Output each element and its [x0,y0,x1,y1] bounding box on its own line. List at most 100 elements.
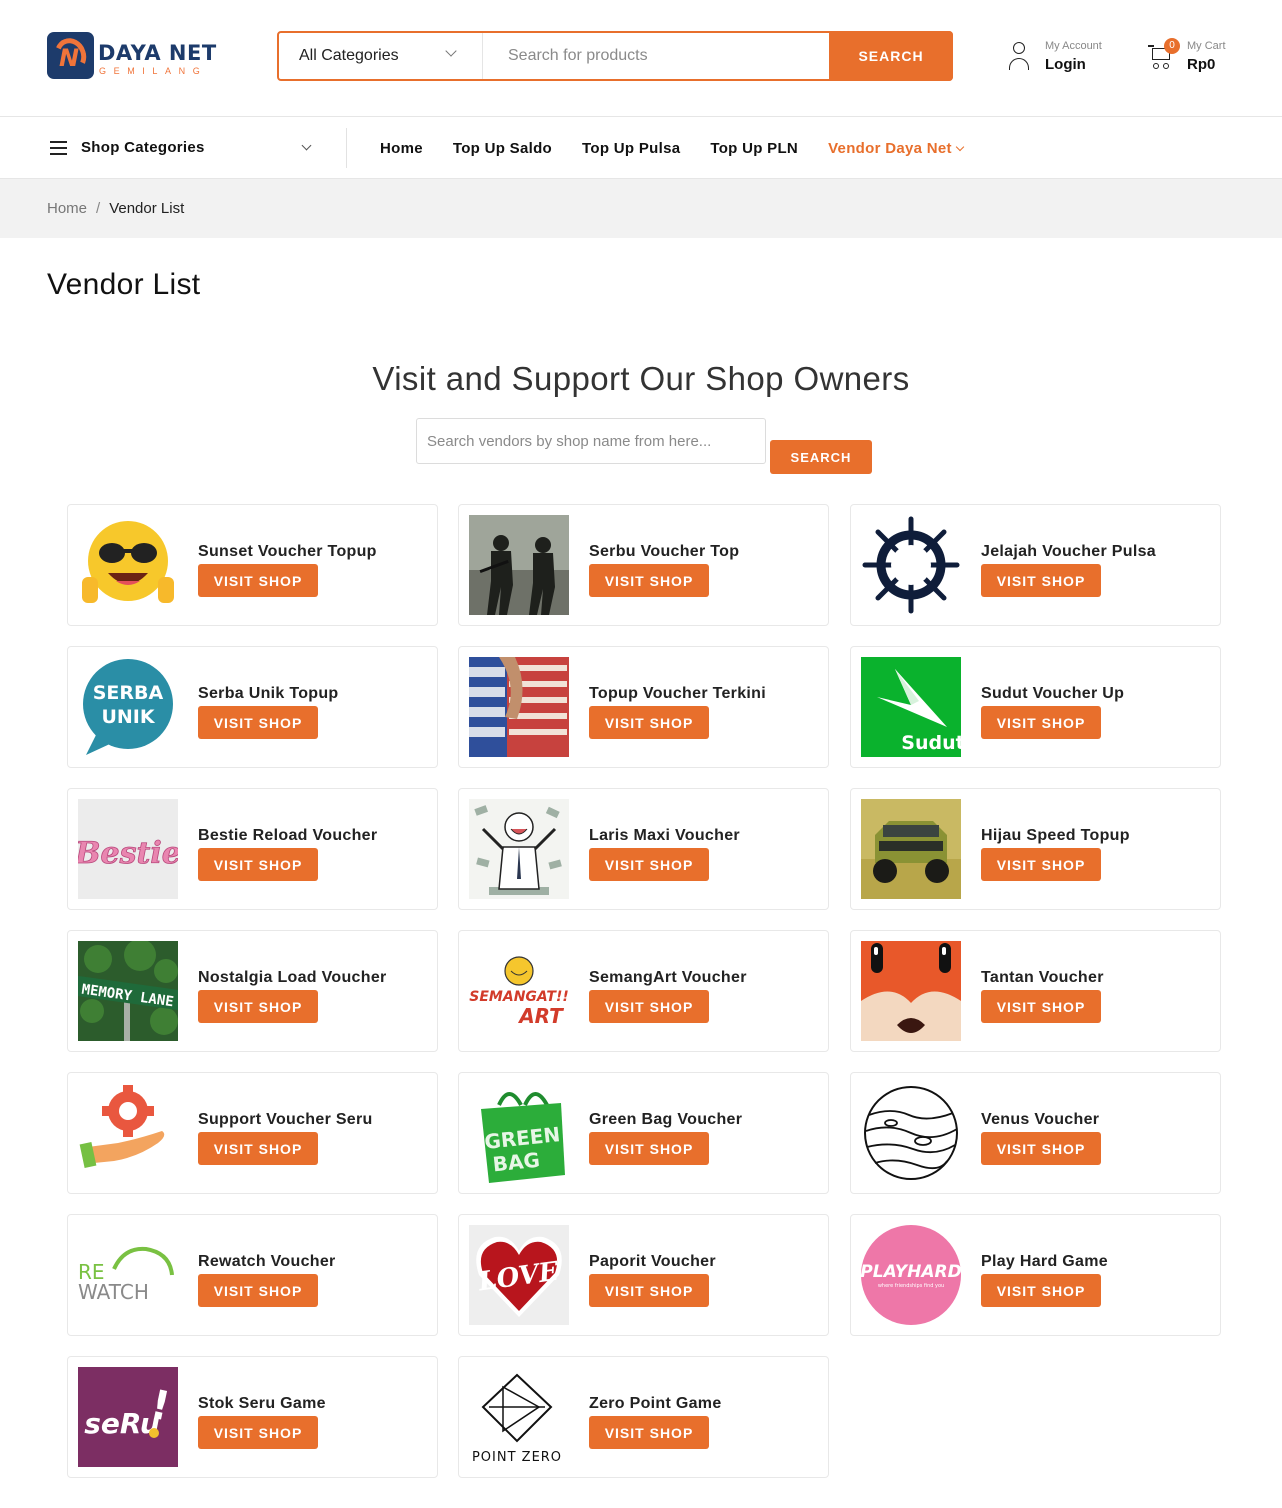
svg-text:ART: ART [517,1004,564,1028]
vendor-logo[interactable]: Sudut [861,657,961,757]
vendor-name[interactable]: Serba Unik Topup [198,685,339,703]
breadcrumb-separator: / [96,200,101,217]
visit-shop-button[interactable]: VISIT SHOP [198,848,318,881]
vendor-logo[interactable] [861,515,961,615]
vendor-logo[interactable] [78,515,178,615]
visit-shop-button[interactable]: VISIT SHOP [589,564,709,597]
visit-shop-button[interactable]: VISIT SHOP [981,990,1101,1023]
vendor-name[interactable]: Hijau Speed Topup [981,827,1130,845]
vendor-name[interactable]: Sunset Voucher Topup [198,543,377,561]
shop-categories-toggle[interactable]: Shop Categories [47,118,317,178]
nav-link-vendor-label: Vendor Daya Net [828,139,952,157]
nav-link-top-up-pln[interactable]: Top Up PLN [710,140,798,157]
vendor-name[interactable]: Stok Seru Game [198,1395,326,1413]
svg-text:WATCH: WATCH [78,1280,149,1304]
visit-shop-button[interactable]: VISIT SHOP [589,990,709,1023]
my-account-link[interactable]: My Account Login [1008,40,1128,80]
vendor-card: MEMORY LANE Nostalgia Load Voucher VISIT … [67,930,438,1052]
visit-shop-button[interactable]: VISIT SHOP [198,990,318,1023]
vendor-search-input[interactable] [416,418,766,464]
vendor-card: LOVE Paporit Voucher VISIT SHOP [458,1214,829,1336]
vendor-logo[interactable] [469,515,569,615]
svg-text:Bestie: Bestie [78,836,178,871]
chevron-down-icon [955,142,965,151]
visit-shop-button[interactable]: VISIT SHOP [589,1274,709,1307]
login-link[interactable]: Login [1045,56,1086,73]
my-cart-link[interactable]: 0 My Cart Rp0 [1148,38,1248,78]
visit-shop-button[interactable]: VISIT SHOP [198,564,318,597]
visit-shop-button[interactable]: VISIT SHOP [198,1132,318,1165]
vendor-logo[interactable] [78,1083,178,1183]
vendor-logo[interactable]: PLAYHARD where friendships find you [861,1225,961,1325]
vendor-name[interactable]: Rewatch Voucher [198,1253,336,1271]
vendor-card: Jelajah Voucher Pulsa VISIT SHOP [850,504,1221,626]
nav-link-top-up-saldo[interactable]: Top Up Saldo [453,140,552,157]
vendor-search-button[interactable]: SEARCH [770,440,872,474]
visit-shop-button[interactable]: VISIT SHOP [198,1416,318,1449]
vendor-logo[interactable] [861,799,961,899]
visit-shop-button[interactable]: VISIT SHOP [981,1274,1101,1307]
vendor-card: Bestie Bestie Reload Voucher VISIT SHOP [67,788,438,910]
vendor-name[interactable]: Topup Voucher Terkini [589,685,766,703]
visit-shop-button[interactable]: VISIT SHOP [981,1132,1101,1165]
vendor-logo[interactable]: RE WATCH [78,1225,178,1325]
vendor-card: Hijau Speed Topup VISIT SHOP [850,788,1221,910]
visit-shop-button[interactable]: VISIT SHOP [589,1416,709,1449]
vendor-name[interactable]: Green Bag Voucher [589,1111,742,1129]
vendor-logo[interactable]: SEMANGAT!! ART [469,941,569,1041]
nav-link-home[interactable]: Home [380,140,423,157]
vendor-name[interactable]: Sudut Voucher Up [981,685,1124,703]
vendor-name[interactable]: Laris Maxi Voucher [589,827,740,845]
visit-shop-button[interactable]: VISIT SHOP [981,848,1101,881]
site-header: N DAYA NET GEMILANG All Categories SEARC… [0,0,1282,117]
user-icon [1008,42,1030,72]
vendor-card: Venus Voucher VISIT SHOP [850,1072,1221,1194]
vendor-name[interactable]: Tantan Voucher [981,969,1104,987]
vendor-card: POINT ZERO Zero Point Game VISIT SHOP [458,1356,829,1478]
visit-shop-button[interactable]: VISIT SHOP [198,706,318,739]
vendor-name[interactable]: Paporit Voucher [589,1253,716,1271]
vendor-logo[interactable]: SERBA UNIK [78,657,178,757]
vendor-logo[interactable]: MEMORY LANE [78,941,178,1041]
visit-shop-button[interactable]: VISIT SHOP [589,1132,709,1165]
vendor-logo[interactable]: seRu ! [78,1367,178,1467]
vendor-name[interactable]: SemangArt Voucher [589,969,747,987]
cart-count-badge: 0 [1164,38,1180,54]
vendor-name[interactable]: Nostalgia Load Voucher [198,969,387,987]
vendor-logo[interactable]: Bestie [78,799,178,899]
brand-logo[interactable]: N DAYA NET GEMILANG [47,32,217,82]
product-search-input[interactable] [484,33,829,79]
vendor-card: Laris Maxi Voucher VISIT SHOP [458,788,829,910]
product-search-button[interactable]: SEARCH [829,31,953,81]
visit-shop-button[interactable]: VISIT SHOP [589,848,709,881]
brand-logo-mark: N [47,32,94,79]
vendor-logo[interactable] [861,1083,961,1183]
visit-shop-button[interactable]: VISIT SHOP [589,706,709,739]
nav-link-vendor-daya-net[interactable]: Vendor Daya Net [828,139,965,157]
vendor-logo[interactable] [861,941,961,1041]
vendor-name[interactable]: Serbu Voucher Top [589,543,739,561]
visit-shop-button[interactable]: VISIT SHOP [981,706,1101,739]
category-select[interactable]: All Categories [279,33,483,79]
vendor-name[interactable]: Support Voucher Seru [198,1111,373,1129]
vendor-logo[interactable]: POINT ZERO [469,1367,569,1467]
vendor-name[interactable]: Jelajah Voucher Pulsa [981,543,1156,561]
breadcrumb-home-link[interactable]: Home [47,200,87,217]
nav-divider [346,128,347,168]
vendor-name[interactable]: Zero Point Game [589,1395,722,1413]
visit-shop-button[interactable]: VISIT SHOP [981,564,1101,597]
vendor-logo[interactable] [469,799,569,899]
svg-text:PLAYHARD: PLAYHARD [861,1262,961,1282]
vendor-card: PLAYHARD where friendships find you Play… [850,1214,1221,1336]
vendor-logo[interactable]: GREEN BAG [469,1083,569,1183]
visit-shop-button[interactable]: VISIT SHOP [198,1274,318,1307]
svg-text:where friendships find you: where friendships find you [878,1283,944,1289]
vendor-logo[interactable]: LOVE [469,1225,569,1325]
vendor-card: Sunset Voucher Topup VISIT SHOP [67,504,438,626]
vendor-name[interactable]: Bestie Reload Voucher [198,827,377,845]
vendor-name[interactable]: Play Hard Game [981,1253,1108,1271]
brand-tagline: GEMILANG [99,66,208,76]
vendor-logo[interactable] [469,657,569,757]
nav-link-top-up-pulsa[interactable]: Top Up Pulsa [582,140,680,157]
vendor-name[interactable]: Venus Voucher [981,1111,1099,1129]
